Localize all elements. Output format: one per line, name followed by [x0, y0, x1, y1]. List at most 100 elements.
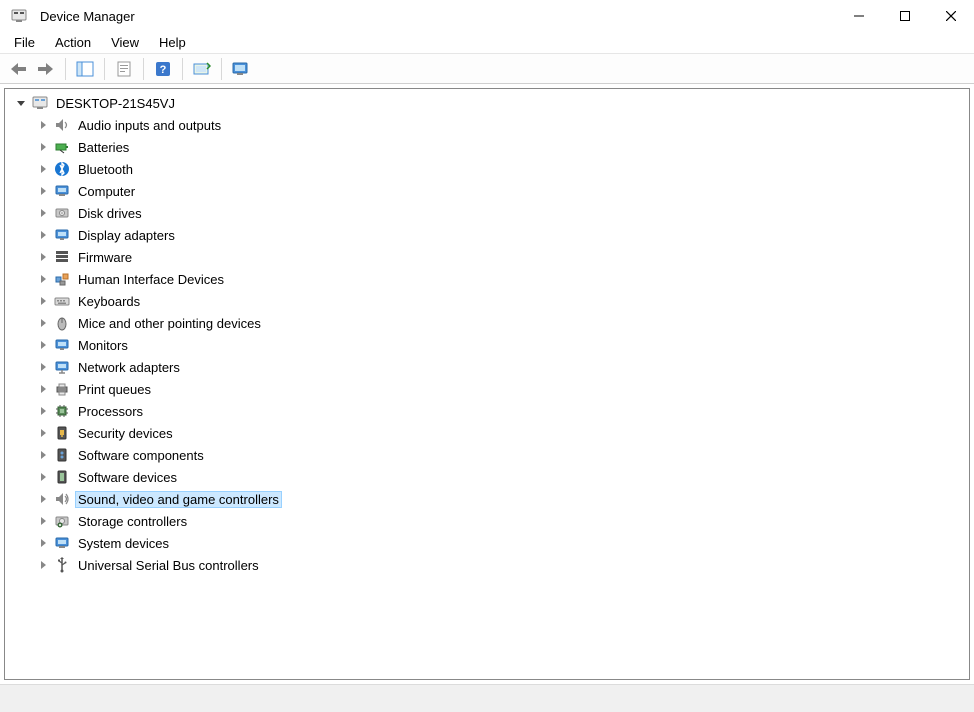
system-icon [53, 534, 71, 552]
tree-node-security[interactable]: Security devices [7, 422, 967, 444]
mouse-icon [53, 314, 71, 332]
tree-node-label: Disk drives [75, 205, 145, 222]
expander-closed-icon[interactable] [35, 557, 51, 573]
status-bar [0, 684, 974, 712]
tree-node-software-dev[interactable]: Software devices [7, 466, 967, 488]
software-dev-icon [53, 468, 71, 486]
tree-node-label: Security devices [75, 425, 176, 442]
monitor-button[interactable] [229, 57, 253, 81]
maximize-button[interactable] [882, 0, 928, 32]
tree-node-usb[interactable]: Universal Serial Bus controllers [7, 554, 967, 576]
tree-node-hid[interactable]: Human Interface Devices [7, 268, 967, 290]
expander-closed-icon[interactable] [35, 183, 51, 199]
audio-icon [53, 116, 71, 134]
hid-icon [53, 270, 71, 288]
tree-node-label: Keyboards [75, 293, 143, 310]
tree-node-keyboard[interactable]: Keyboards [7, 290, 967, 312]
back-button[interactable] [6, 57, 30, 81]
expander-closed-icon[interactable] [35, 205, 51, 221]
expander-closed-icon[interactable] [35, 293, 51, 309]
menubar: File Action View Help [0, 32, 974, 54]
toolbar-separator [182, 58, 183, 80]
toolbar-separator [221, 58, 222, 80]
expander-closed-icon[interactable] [35, 535, 51, 551]
tree-node-storage[interactable]: Storage controllers [7, 510, 967, 532]
firmware-icon [53, 248, 71, 266]
menu-help[interactable]: Help [149, 33, 196, 52]
keyboard-icon [53, 292, 71, 310]
show-tree-button[interactable] [73, 57, 97, 81]
client-area: DESKTOP-21S45VJ Audio inputs and outputs… [0, 84, 974, 684]
menu-view[interactable]: View [101, 33, 149, 52]
help-button[interactable]: ? [151, 57, 175, 81]
expander-closed-icon[interactable] [35, 447, 51, 463]
tree-node-system[interactable]: System devices [7, 532, 967, 554]
tree-node-printer[interactable]: Print queues [7, 378, 967, 400]
menu-action[interactable]: Action [45, 33, 101, 52]
tree-node-mouse[interactable]: Mice and other pointing devices [7, 312, 967, 334]
tree-node-label: Universal Serial Bus controllers [75, 557, 262, 574]
minimize-button[interactable] [836, 0, 882, 32]
tree-node-label: Display adapters [75, 227, 178, 244]
expander-open-icon[interactable] [13, 95, 29, 111]
expander-closed-icon[interactable] [35, 337, 51, 353]
tree-node-battery[interactable]: Batteries [7, 136, 967, 158]
expander-closed-icon[interactable] [35, 513, 51, 529]
tree-node-label: Monitors [75, 337, 131, 354]
expander-closed-icon[interactable] [35, 425, 51, 441]
svg-text:?: ? [160, 64, 167, 76]
expander-closed-icon[interactable] [35, 227, 51, 243]
network-icon [53, 358, 71, 376]
tree-node-label: Storage controllers [75, 513, 190, 530]
tree-node-sound[interactable]: Sound, video and game controllers [7, 488, 967, 510]
expander-closed-icon[interactable] [35, 403, 51, 419]
computer-icon [53, 182, 71, 200]
pc-icon [31, 94, 49, 112]
expander-closed-icon[interactable] [35, 469, 51, 485]
tree-node-audio[interactable]: Audio inputs and outputs [7, 114, 967, 136]
forward-button[interactable] [34, 57, 58, 81]
expander-closed-icon[interactable] [35, 161, 51, 177]
tree-node-label: Batteries [75, 139, 132, 156]
tree-node-label: Audio inputs and outputs [75, 117, 224, 134]
tree-node-display[interactable]: Display adapters [7, 224, 967, 246]
usb-icon [53, 556, 71, 574]
expander-closed-icon[interactable] [35, 359, 51, 375]
tree-node-computer[interactable]: Computer [7, 180, 967, 202]
monitor-icon [53, 336, 71, 354]
menu-file[interactable]: File [4, 33, 45, 52]
tree-node-disk[interactable]: Disk drives [7, 202, 967, 224]
security-icon [53, 424, 71, 442]
close-button[interactable] [928, 0, 974, 32]
tree-node-label: Software devices [75, 469, 180, 486]
tree-node-label: Network adapters [75, 359, 183, 376]
properties-button[interactable] [112, 57, 136, 81]
tree-node-label: Mice and other pointing devices [75, 315, 264, 332]
expander-closed-icon[interactable] [35, 271, 51, 287]
tree-node-network[interactable]: Network adapters [7, 356, 967, 378]
printer-icon [53, 380, 71, 398]
scan-button[interactable] [190, 57, 214, 81]
device-tree[interactable]: DESKTOP-21S45VJ Audio inputs and outputs… [4, 88, 970, 680]
tree-node-label: System devices [75, 535, 172, 552]
tree-node-label: Human Interface Devices [75, 271, 227, 288]
expander-closed-icon[interactable] [35, 491, 51, 507]
app-icon [10, 7, 28, 25]
tree-node-software-comp[interactable]: Software components [7, 444, 967, 466]
tree-node-processor[interactable]: Processors [7, 400, 967, 422]
tree-root-node[interactable]: DESKTOP-21S45VJ [7, 92, 967, 114]
toolbar-separator [65, 58, 66, 80]
toolbar: ? [0, 54, 974, 84]
expander-closed-icon[interactable] [35, 249, 51, 265]
expander-closed-icon[interactable] [35, 117, 51, 133]
expander-closed-icon[interactable] [35, 381, 51, 397]
tree-node-firmware[interactable]: Firmware [7, 246, 967, 268]
expander-closed-icon[interactable] [35, 139, 51, 155]
tree-node-label: Computer [75, 183, 138, 200]
tree-node-bluetooth[interactable]: Bluetooth [7, 158, 967, 180]
tree-node-monitor[interactable]: Monitors [7, 334, 967, 356]
tree-root-label: DESKTOP-21S45VJ [53, 95, 178, 112]
toolbar-separator [104, 58, 105, 80]
tree-node-label: Bluetooth [75, 161, 136, 178]
expander-closed-icon[interactable] [35, 315, 51, 331]
